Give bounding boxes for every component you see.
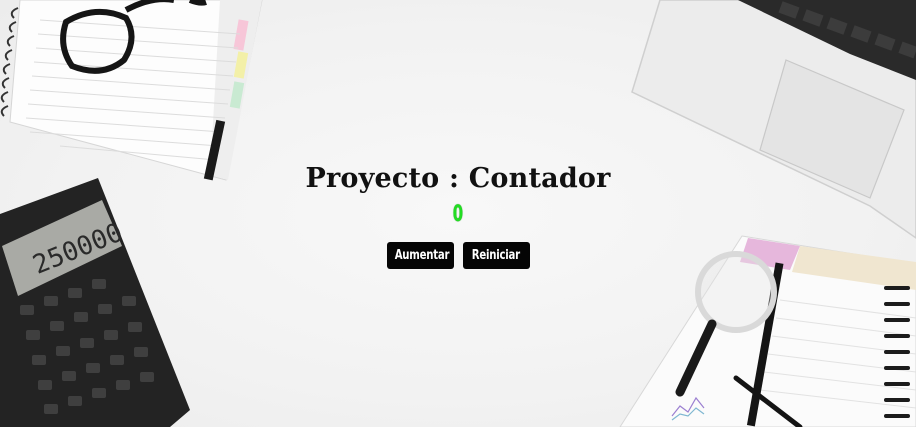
increment-button-label: Aumentar [394,248,449,263]
app-container: Proyecto : Contador 0 Aumentar Reiniciar [0,160,916,269]
button-group: Aumentar Reiniciar [0,242,916,269]
increment-button[interactable]: Aumentar [386,242,454,269]
reset-button[interactable]: Reiniciar [462,242,530,269]
page-title: Proyecto : Contador [305,163,611,194]
reset-button-label: Reiniciar [471,248,521,263]
counter-display: 0 [452,202,464,227]
